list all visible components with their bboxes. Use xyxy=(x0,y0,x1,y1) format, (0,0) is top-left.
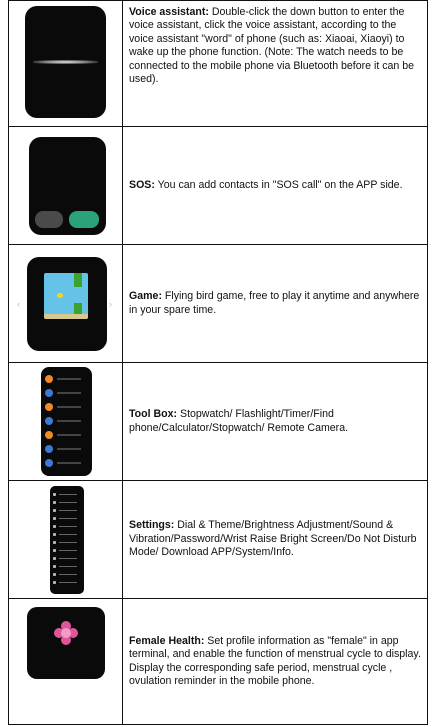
row-title: Game: xyxy=(129,290,162,303)
row-title: Voice assistant: xyxy=(129,6,209,18)
table-row: Tool Box: Stopwatch/ Flashlight/Timer/Fi… xyxy=(9,363,427,481)
row-description: Female Health: Set profile information a… xyxy=(129,635,421,689)
ground xyxy=(44,314,88,319)
game-screen xyxy=(44,273,88,319)
list-item xyxy=(45,403,85,411)
flower-icon xyxy=(54,621,78,645)
row-text: You can add contacts in "SOS call" on th… xyxy=(154,178,403,191)
list-item xyxy=(45,431,85,439)
row-text: Flying bird game, free to play it anytim… xyxy=(129,290,420,316)
chevron-right-icon: › xyxy=(109,299,112,309)
list-item xyxy=(45,375,85,383)
description-cell: SOS: You can add contacts in "SOS call" … xyxy=(129,127,421,244)
row-title: SOS: xyxy=(129,178,155,191)
bird-icon xyxy=(57,293,63,298)
settings-watch-icon xyxy=(50,486,84,594)
pipe-icon xyxy=(74,273,82,287)
row-title: Settings: xyxy=(129,519,175,532)
flying-bird-game-watch-icon xyxy=(27,257,107,351)
list-item xyxy=(45,389,85,397)
list-item xyxy=(45,417,85,425)
row-description: Game: Flying bird game, free to play it … xyxy=(129,290,421,317)
row-description: Tool Box: Stopwatch/ Flashlight/Timer/Fi… xyxy=(129,408,421,435)
table-row: Female Health: Set profile information a… xyxy=(9,599,427,724)
list-item xyxy=(45,445,85,453)
pipe-icon xyxy=(74,303,82,314)
table-row: ‹ › Game: Flying bird game, free to play… xyxy=(9,245,427,363)
feature-table: Voice assistant: Double-click the down b… xyxy=(8,0,428,725)
sos-watch-icon xyxy=(29,137,106,235)
confirm-icon xyxy=(69,211,99,228)
row-description: SOS: You can add contacts in "SOS call" … xyxy=(129,179,403,192)
image-cell xyxy=(9,599,123,724)
row-description: Voice assistant: Double-click the down b… xyxy=(129,6,421,86)
voice-assistant-watch-icon xyxy=(25,6,106,118)
table-row: Voice assistant: Double-click the down b… xyxy=(9,1,427,127)
row-description: Settings: Dial & Theme/Brightness Adjust… xyxy=(129,519,421,559)
row-title: Tool Box: xyxy=(129,408,178,421)
description-cell: Game: Flying bird game, free to play it … xyxy=(129,245,421,362)
cancel-icon xyxy=(35,211,63,228)
image-cell xyxy=(9,363,123,480)
image-cell xyxy=(9,127,123,244)
chevron-left-icon: ‹ xyxy=(17,299,20,309)
description-cell: Voice assistant: Double-click the down b… xyxy=(129,1,421,126)
female-health-watch-icon xyxy=(27,607,105,679)
description-cell: Settings: Dial & Theme/Brightness Adjust… xyxy=(129,481,421,598)
row-title: Female Health: xyxy=(129,634,205,647)
description-cell: Female Health: Set profile information a… xyxy=(129,599,421,724)
image-cell xyxy=(9,481,123,598)
image-cell xyxy=(9,1,123,126)
table-row: SOS: You can add contacts in "SOS call" … xyxy=(9,127,427,245)
tool-box-watch-icon xyxy=(41,367,92,476)
image-cell: ‹ › xyxy=(9,245,123,362)
list-item xyxy=(45,459,85,467)
description-cell: Tool Box: Stopwatch/ Flashlight/Timer/Fi… xyxy=(129,363,421,480)
table-row: Settings: Dial & Theme/Brightness Adjust… xyxy=(9,481,427,599)
voice-wave-icon xyxy=(33,59,98,64)
